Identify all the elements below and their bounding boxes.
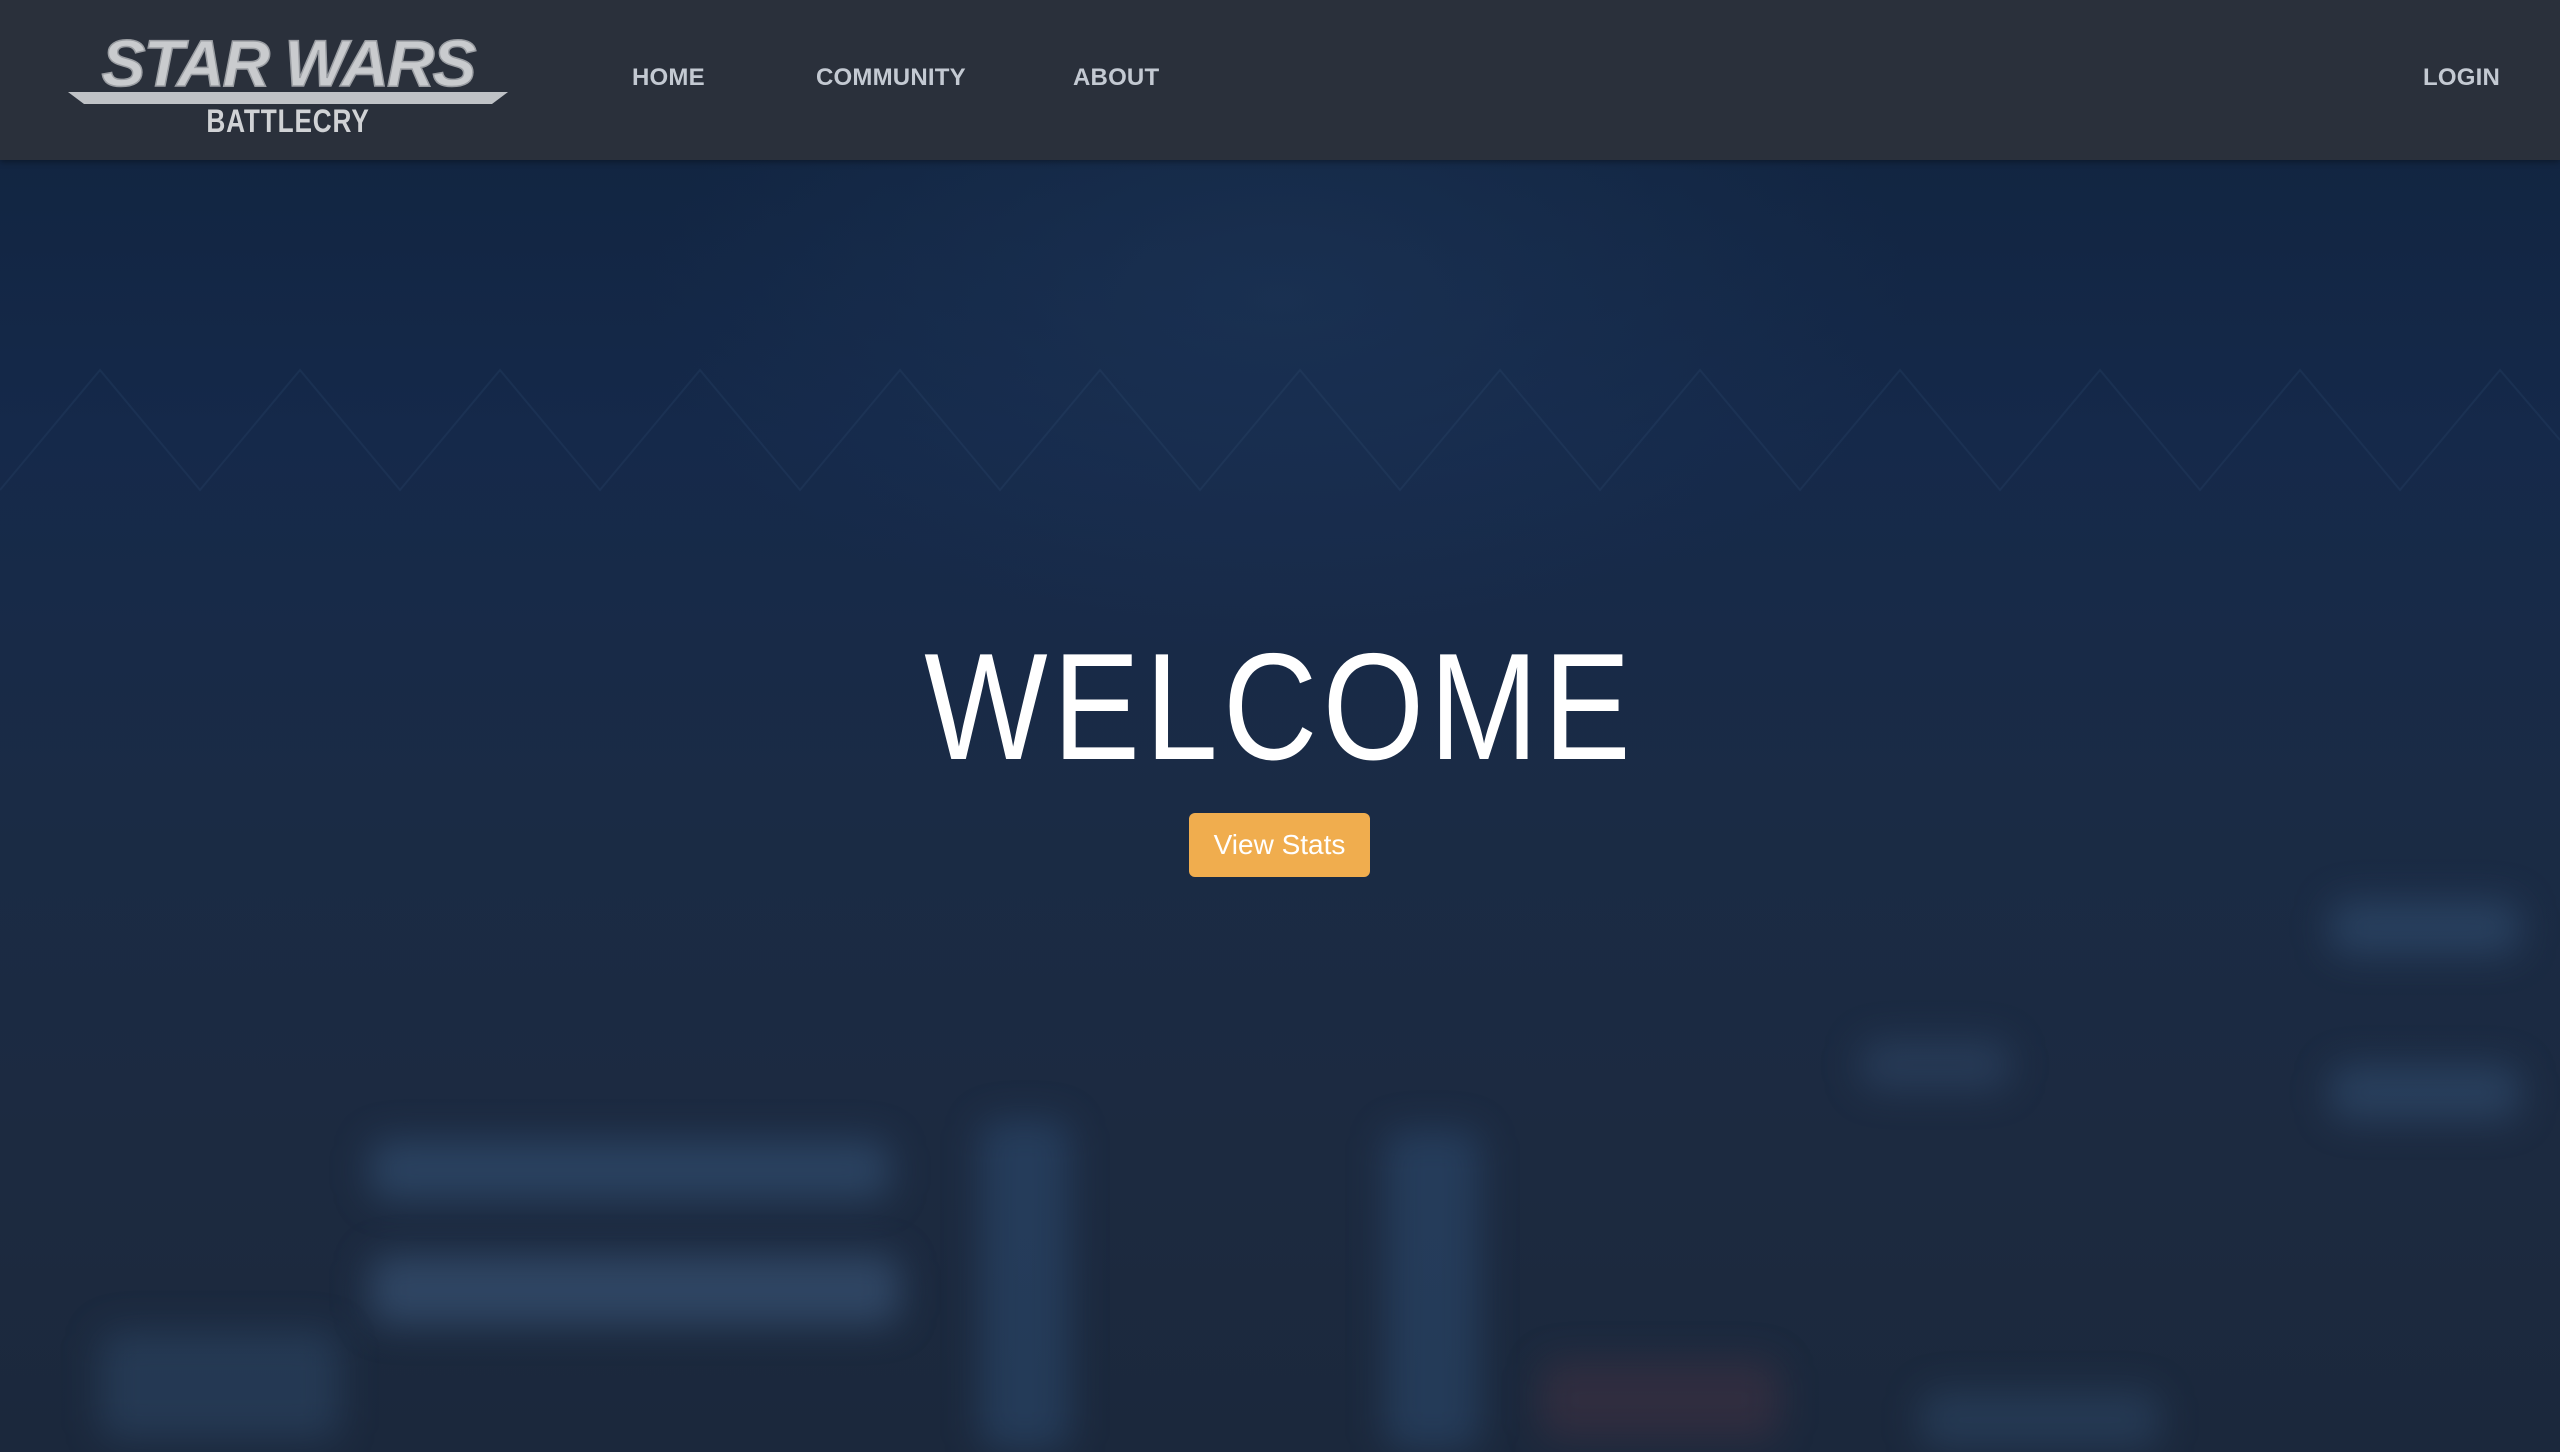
view-stats-button[interactable]: View Stats (1189, 813, 1370, 877)
nav-home-link[interactable]: HOME (632, 60, 705, 96)
bg-blur-shape (2330, 900, 2520, 955)
bg-blur-shape (1920, 1390, 2160, 1450)
bg-blur-shape (370, 1140, 890, 1200)
bg-blur-shape (100, 1330, 340, 1440)
bg-blur-shape (1860, 1040, 2010, 1090)
logo-image: STAR WARS BATTLECRY (68, 25, 508, 140)
nav-community-link[interactable]: COMMUNITY (816, 60, 966, 96)
star-wars-battlecry-logo[interactable]: STAR WARS BATTLECRY (62, 24, 514, 140)
page: STAR WARS BATTLECRY HOME COMMUNITY ABOUT… (0, 0, 2560, 1452)
nav-login-link[interactable]: LOGIN (2423, 60, 2500, 96)
top-navbar: STAR WARS BATTLECRY HOME COMMUNITY ABOUT… (0, 0, 2560, 160)
bg-blur-shape (370, 1255, 900, 1325)
logo-text-star-wars: STAR WARS (101, 26, 476, 100)
nav-about-link[interactable]: ABOUT (1073, 60, 1159, 96)
logo-text-battlecry: BATTLECRY (206, 105, 369, 136)
triangle-pattern (0, 368, 2560, 492)
bg-blur-shape (980, 1120, 1070, 1450)
bg-blur-shape (2330, 1065, 2520, 1120)
bg-blur-shape (1540, 1360, 1780, 1440)
bg-blur-shape (1385, 1130, 1480, 1450)
welcome-heading: WELCOME (924, 622, 1636, 792)
